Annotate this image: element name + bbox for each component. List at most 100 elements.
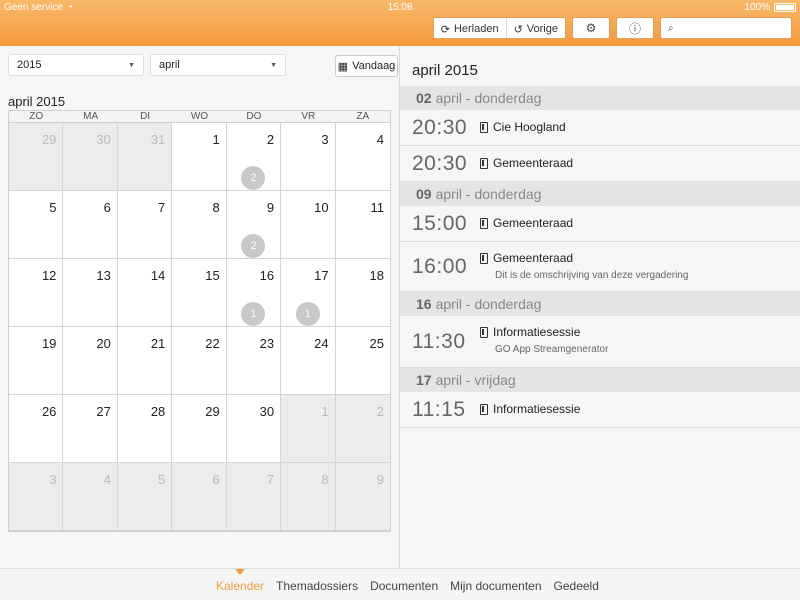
calendar-day[interactable]: 7: [226, 463, 282, 531]
calendar-day[interactable]: 6: [63, 191, 118, 259]
calendar-day[interactable]: 26: [9, 395, 64, 463]
reload-button[interactable]: ⟳ Herladen: [433, 18, 506, 38]
calendar-day[interactable]: 19: [9, 327, 64, 395]
calendar-day[interactable]: 5: [117, 463, 173, 531]
calendar-day[interactable]: 23: [226, 327, 282, 395]
calendar-day[interactable]: 10: [281, 191, 336, 259]
agenda-event[interactable]: 15:00 Gemeenteraad: [400, 206, 800, 242]
calendar-day[interactable]: 4: [335, 123, 390, 191]
day-number: 10: [314, 200, 329, 215]
agenda-event[interactable]: 11:30 Informatiesessie GO App Streamgenera…: [400, 316, 800, 368]
tab-documenten[interactable]: Documenten: [370, 579, 438, 593]
weekday-label: DI: [140, 111, 151, 122]
toolbar: ⟳ Herladen ↺ Vorige ⚙ ⓘ ⌕: [432, 17, 792, 39]
today-button[interactable]: ▦ Vandaag: [335, 55, 398, 77]
calendar-day[interactable]: 2: [335, 395, 390, 463]
agenda-event[interactable]: 20:30 Gemeenteraad: [400, 146, 800, 182]
day-number: 6: [103, 200, 111, 215]
calendar-day[interactable]: 20: [63, 327, 118, 395]
event-time: 16:00: [412, 254, 468, 278]
calendar-day[interactable]: 22: [226, 123, 282, 191]
calendar-day[interactable]: 16 1: [226, 259, 282, 327]
calendar-day[interactable]: 3: [9, 463, 64, 531]
calendar-day[interactable]: 22: [172, 327, 227, 395]
info-button[interactable]: ⓘ: [616, 17, 654, 39]
day-number: 4: [103, 472, 111, 487]
event-title: Gemeenteraad: [480, 156, 573, 170]
calendar-day[interactable]: 24: [281, 327, 336, 395]
day-number: 9: [376, 472, 384, 487]
nav-button-group: ⟳ Herladen ↺ Vorige: [432, 17, 566, 39]
settings-button[interactable]: ⚙: [572, 17, 610, 39]
calendar-day[interactable]: 29: [9, 123, 64, 191]
document-icon: [480, 157, 488, 169]
calendar-day[interactable]: 31: [117, 123, 173, 191]
agenda-date-header: 09 april - donderdag: [400, 182, 800, 206]
calendar-day[interactable]: 15: [172, 259, 227, 327]
agenda-event[interactable]: 20:30 Cie Hoogland: [400, 110, 800, 146]
calendar-day[interactable]: 14: [117, 259, 173, 327]
tab-kalender[interactable]: Kalender: [216, 579, 264, 593]
calendar-day[interactable]: 27: [63, 395, 118, 463]
calendar-day[interactable]: 18: [335, 259, 390, 327]
day-number: 20: [96, 336, 111, 351]
top-bar: Geen service ◔ 15:08 100% ⟳ Herladen ↺ Vo…: [0, 0, 800, 46]
agenda-event[interactable]: 11:15 Informatiesessie: [400, 392, 800, 428]
weekday-label: ZA: [356, 111, 370, 122]
calendar-day[interactable]: 92: [226, 191, 282, 259]
day-number: 18: [369, 268, 384, 283]
event-time: 11:30: [412, 329, 466, 353]
event-time: 11:15: [412, 397, 466, 421]
calendar-day[interactable]: 6: [172, 463, 227, 531]
calendar-day[interactable]: 8: [172, 191, 227, 259]
search-input[interactable]: ⌕: [660, 17, 792, 39]
calendar-day[interactable]: 30: [63, 123, 118, 191]
calendar-day[interactable]: 12: [9, 259, 64, 327]
tab-bar: Kalender Themadossiers Documenten Mijn docu…: [0, 568, 800, 600]
agenda-event[interactable]: 16:00 Gemeenteraad Dit is de omschrijving …: [400, 242, 800, 292]
day-number: 6: [212, 472, 220, 487]
calendar-day[interactable]: 13: [63, 259, 118, 327]
calendar-day[interactable]: 7: [117, 191, 173, 259]
tab-mijn-documenten[interactable]: Mijn documenten: [450, 579, 541, 593]
day-number: 29: [205, 404, 220, 419]
calendar-day[interactable]: 25: [335, 327, 390, 395]
event-title: Cie Hoogland: [480, 120, 566, 134]
document-icon: [480, 252, 488, 264]
calendar-day[interactable]: 9: [335, 463, 390, 531]
calendar-day[interactable]: 1: [172, 123, 227, 191]
calendar-day[interactable]: 4: [63, 463, 118, 531]
chevron-down-icon: ▼: [128, 61, 135, 69]
event-count-badge: 2: [241, 234, 266, 258]
tab-themadossiers[interactable]: Themadossiers: [276, 579, 358, 593]
document-icon: [480, 326, 488, 338]
calendar-day[interactable]: 28: [117, 395, 173, 463]
calendar-day[interactable]: 8: [281, 463, 336, 531]
battery-indicator: 100%: [744, 2, 796, 13]
agenda-date-header: 16 april - donderdag: [400, 292, 800, 316]
calendar-day[interactable]: 3: [281, 123, 336, 191]
event-count-badge: 1: [295, 302, 320, 326]
weekday-label: MA: [83, 111, 99, 122]
day-number: 15: [205, 268, 220, 283]
event-title: Gemeenteraad: [480, 216, 573, 230]
date-day: 09: [416, 186, 432, 202]
month-select[interactable]: april ▼: [150, 54, 286, 76]
day-number: 29: [41, 132, 57, 147]
previous-button[interactable]: ↺ Vorige: [505, 18, 565, 38]
tab-gedeeld[interactable]: Gedeeld: [554, 579, 599, 593]
day-number: 31: [150, 132, 166, 147]
weekday-label: WO: [190, 111, 209, 122]
calendar-day[interactable]: 30: [226, 395, 282, 463]
day-number: 9: [266, 200, 275, 215]
calendar-day[interactable]: 5: [9, 191, 64, 259]
clock: 15:08: [387, 2, 413, 13]
calendar-day[interactable]: 29: [172, 395, 227, 463]
year-select[interactable]: 2015 ▼: [8, 54, 144, 76]
day-number: 16: [259, 268, 275, 283]
calendar-day[interactable]: 1: [281, 395, 336, 463]
calendar-day[interactable]: 21: [117, 327, 173, 395]
calendar-day[interactable]: 11: [335, 191, 390, 259]
calendar-day[interactable]: 17 1: [281, 259, 336, 327]
day-number: 2: [266, 132, 275, 147]
